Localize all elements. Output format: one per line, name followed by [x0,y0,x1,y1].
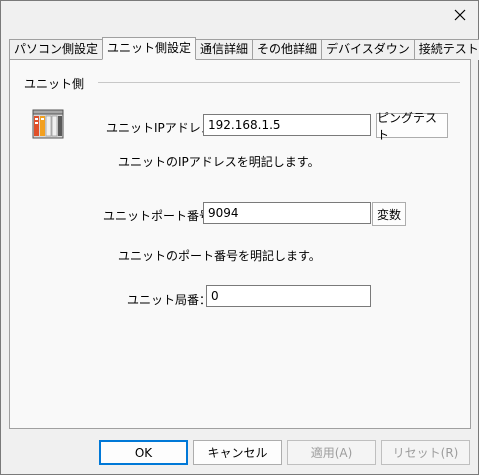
port-number-input[interactable] [203,202,371,224]
tab-communication-details[interactable]: 通信詳細 [195,39,254,60]
ip-address-description: ユニットのIPアドレスを明記します。 [118,155,320,169]
apply-button[interactable]: 適用(A) [287,440,376,465]
group-title: ユニット側 [24,77,85,91]
station-number-label: ユニット局番： [127,293,212,307]
group-divider [98,82,460,83]
tab-other-details[interactable]: その他詳細 [252,39,323,60]
ip-address-input[interactable] [203,114,371,136]
tab-connection-test[interactable]: 接続テスト [413,39,479,60]
tab-device-down[interactable]: デバイスダウン [321,39,415,60]
close-icon [454,9,466,21]
dialog-button-bar: OK キャンセル 適用(A) リセット(R) [1,437,478,475]
settings-dialog: パソコン側設定 ユニット側設定 通信詳細 その他詳細 デバイスダウン 接続テスト… [0,0,479,475]
station-number-input[interactable] [206,285,371,307]
tab-panel-unit-settings: ユニット側 ユニットIPアドレス： ピングテスト ユニットのIPアドレスを明記し… [9,59,471,429]
reset-button[interactable]: リセット(R) [381,440,470,465]
close-button[interactable] [448,3,472,27]
cancel-button[interactable]: キャンセル [193,440,282,465]
tab-pc-settings[interactable]: パソコン側設定 [9,39,104,60]
port-number-description: ユニットのポート番号を明記します。 [118,249,321,263]
ok-button[interactable]: OK [99,440,188,465]
plc-unit-icon [32,109,64,139]
tab-unit-settings[interactable]: ユニット側設定 [102,37,197,60]
variable-button[interactable]: 変数 [372,202,406,226]
ping-test-button[interactable]: ピングテスト [376,111,448,142]
tab-bar: パソコン側設定 ユニット側設定 通信詳細 その他詳細 デバイスダウン 接続テスト [9,37,479,60]
